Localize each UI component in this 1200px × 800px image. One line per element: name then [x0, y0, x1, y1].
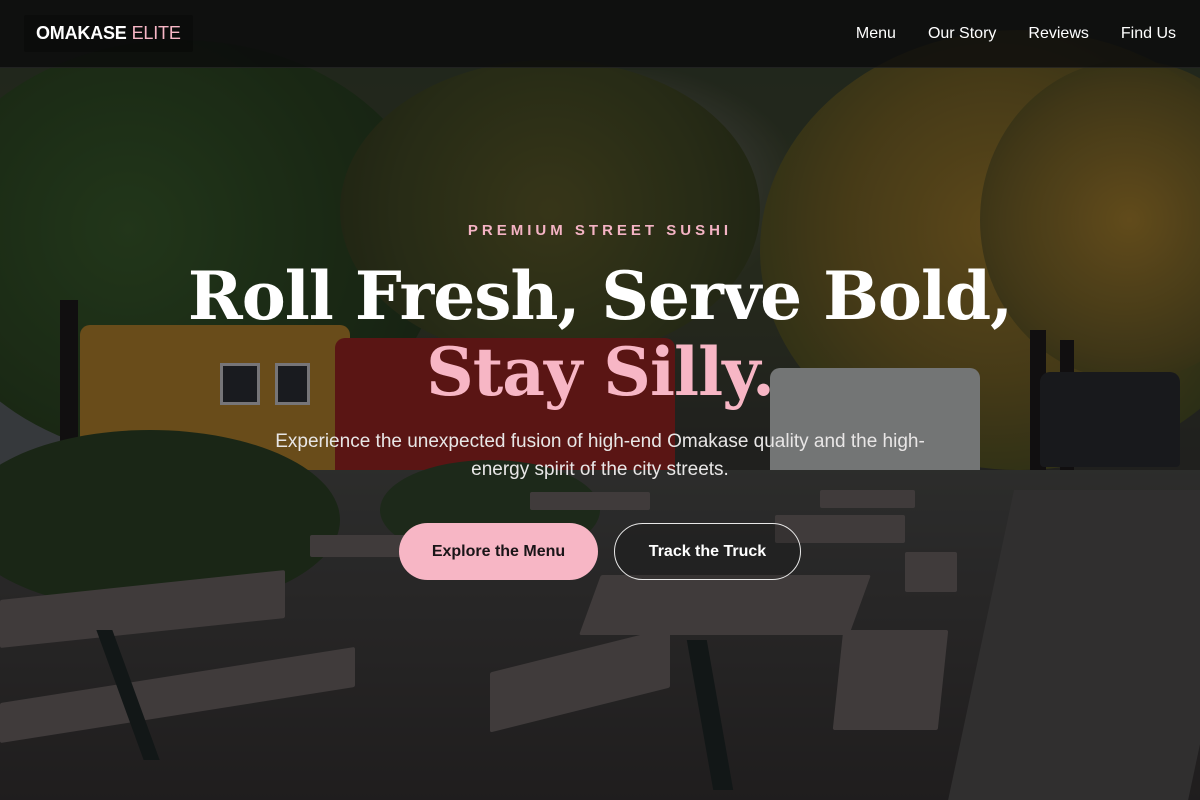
explore-menu-button[interactable]: Explore the Menu — [399, 523, 598, 580]
nav-link-our-story[interactable]: Our Story — [928, 25, 996, 43]
top-navbar: OMAKASE ELITE Menu Our Story Reviews Fin… — [0, 0, 1200, 68]
brand-name-accent: ELITE — [131, 23, 181, 43]
hero-headline: Roll Fresh, Serve Bold, Stay Silly. — [0, 258, 1200, 410]
hero-section: PREMIUM STREET SUSHI Roll Fresh, Serve B… — [0, 0, 1200, 800]
brand-name: OMAKASE — [36, 23, 127, 43]
hero-headline-line-2: Stay Silly. — [426, 333, 775, 411]
nav-link-menu[interactable]: Menu — [856, 25, 896, 43]
hero-subtitle: Experience the unexpected fusion of high… — [275, 431, 925, 480]
track-truck-button[interactable]: Track the Truck — [614, 523, 801, 580]
hero-headline-line-1: Roll Fresh, Serve Bold, — [187, 257, 1013, 335]
hero-eyebrow: PREMIUM STREET SUSHI — [467, 222, 733, 239]
hero-cta-group: Explore the Menu Track the Truck — [0, 523, 1200, 580]
nav-link-find-us[interactable]: Find Us — [1121, 25, 1176, 43]
brand-logo[interactable]: OMAKASE ELITE — [24, 15, 193, 52]
nav-link-reviews[interactable]: Reviews — [1028, 25, 1088, 43]
nav-links: Menu Our Story Reviews Find Us — [856, 25, 1176, 43]
